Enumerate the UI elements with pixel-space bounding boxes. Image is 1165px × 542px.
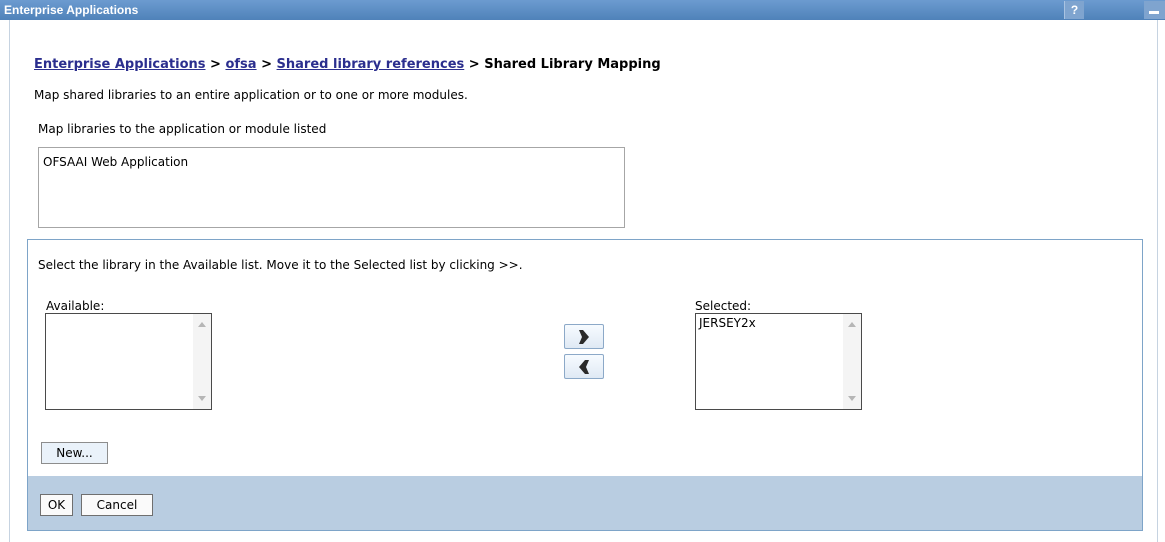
breadcrumb: Enterprise Applications > ofsa > Shared … [34,57,661,72]
help-button[interactable]: ? [1064,1,1084,19]
available-items [46,314,193,318]
scroll-up-icon[interactable] [198,322,206,327]
arrow-left-icon [579,360,589,374]
breadcrumb-enterprise-applications[interactable]: Enterprise Applications [34,57,206,72]
add-library-button[interactable] [564,324,604,349]
breadcrumb-separator: > [468,57,480,72]
scroll-up-icon[interactable] [848,322,856,327]
arrow-right-icon [579,330,589,344]
selected-label: Selected: [695,299,752,313]
breadcrumb-separator: > [261,57,273,72]
button-bar: OK Cancel [28,476,1142,530]
title-bar: Enterprise Applications ? [0,0,1165,20]
selected-scrollbar[interactable] [843,314,861,409]
library-mapping-panel: Select the library in the Available list… [27,239,1143,531]
ok-button[interactable]: OK [40,494,73,516]
page-description: Map shared libraries to an entire applic… [34,88,468,102]
available-listbox[interactable] [45,313,212,410]
cancel-button[interactable]: Cancel [81,494,153,516]
breadcrumb-ofsa[interactable]: ofsa [225,57,256,72]
selected-items: JERSEY2x [696,314,843,332]
new-library-button[interactable]: New... [41,442,108,464]
breadcrumb-current: Shared Library Mapping [484,57,661,72]
selected-item-jersey2x[interactable]: JERSEY2x [699,316,840,330]
panel-instructions: Select the library in the Available list… [38,258,523,272]
scroll-down-icon[interactable] [848,396,856,401]
available-label: Available: [46,299,105,313]
module-item[interactable]: OFSAAI Web Application [43,155,620,169]
window-title: Enterprise Applications [4,3,139,17]
scroll-down-icon[interactable] [198,396,206,401]
module-list[interactable]: OFSAAI Web Application [38,147,625,228]
selected-listbox[interactable]: JERSEY2x [695,313,862,410]
minimize-icon [1149,11,1159,14]
remove-library-button[interactable] [564,354,604,379]
help-icon: ? [1070,3,1079,17]
module-list-label: Map libraries to the application or modu… [38,122,327,136]
minimize-button[interactable] [1144,1,1165,19]
available-scrollbar[interactable] [193,314,211,409]
breadcrumb-separator: > [210,57,221,72]
breadcrumb-shared-library-references[interactable]: Shared library references [277,57,465,72]
